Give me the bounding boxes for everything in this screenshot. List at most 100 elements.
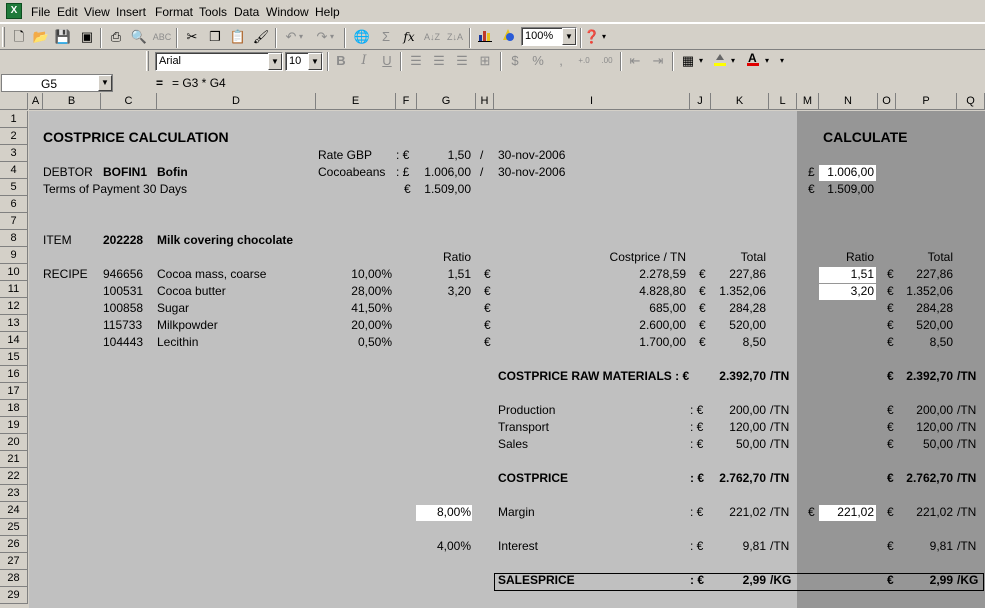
rate-date[interactable]: 30-nov-2006: [498, 147, 565, 164]
ingredient-ratio[interactable]: [417, 334, 471, 351]
cocoa-sep[interactable]: : £: [396, 164, 409, 181]
row-header-14[interactable]: 14: [0, 332, 28, 349]
ingredient-ratio[interactable]: [417, 317, 471, 334]
name-box[interactable]: G5 ▼: [1, 74, 113, 92]
costprice-header[interactable]: Costprice / TN: [540, 249, 686, 266]
chevron-down-icon[interactable]: ▼: [268, 53, 282, 70]
spreadsheet-grid[interactable]: COSTPRICE CALCULATION CALCULATE Rate GBP…: [0, 93, 985, 608]
margin-n-value[interactable]: 221,02: [819, 504, 874, 521]
ingredient-costprice[interactable]: 4.828,80: [540, 283, 686, 300]
costprice-label[interactable]: COSTPRICE: [498, 470, 568, 487]
ingredient-j-currency[interactable]: €: [699, 334, 706, 351]
production-label[interactable]: Production: [498, 402, 555, 419]
ingredient-j-currency[interactable]: €: [699, 317, 706, 334]
debtor-name[interactable]: Bofin: [157, 164, 188, 181]
paste-icon[interactable]: 📋: [228, 27, 248, 47]
redo-dropdown-icon[interactable]: ▾: [327, 27, 337, 47]
raw-p-currency[interactable]: €: [887, 368, 894, 385]
debtor-label[interactable]: DEBTOR: [43, 164, 93, 181]
salesprice-p-currency[interactable]: €: [887, 572, 894, 589]
debtor-code[interactable]: BOFIN1: [103, 164, 147, 181]
ingredient-o-currency[interactable]: €: [887, 283, 894, 300]
production-value[interactable]: 200,00: [712, 402, 766, 419]
column-header-b[interactable]: B: [43, 93, 101, 110]
increase-indent-icon[interactable]: ⇥: [648, 51, 668, 71]
toolbar-options-icon[interactable]: ▾: [776, 51, 788, 71]
borders-icon[interactable]: ▦: [678, 51, 698, 71]
ingredient-p-total[interactable]: 227,86: [896, 266, 953, 283]
row-header-7[interactable]: 7: [0, 213, 28, 230]
column-header-c[interactable]: C: [101, 93, 157, 110]
column-header-i[interactable]: I: [494, 93, 690, 110]
ingredient-p-total[interactable]: 520,00: [896, 317, 953, 334]
borders-dropdown-icon[interactable]: ▾: [696, 51, 706, 71]
sort-descending-icon[interactable]: Z↓A: [445, 27, 465, 47]
transport-value[interactable]: 120,00: [712, 419, 766, 436]
rate-value[interactable]: 1,50: [417, 147, 471, 164]
ingredient-name[interactable]: Cocoa mass, coarse: [157, 266, 266, 283]
drawing-icon[interactable]: [498, 27, 518, 47]
interest-p-currency[interactable]: €: [887, 538, 894, 555]
column-header-q[interactable]: Q: [957, 93, 985, 110]
menu-file[interactable]: File: [31, 5, 50, 19]
menu-format[interactable]: Format: [155, 5, 193, 19]
g5-value[interactable]: 1.509,00: [417, 181, 471, 198]
interest-p-unit[interactable]: /TN: [957, 538, 976, 555]
ingredient-pct[interactable]: 28,00%: [316, 283, 392, 300]
costprice-p-value[interactable]: 2.762,70: [896, 470, 953, 487]
ingredient-name[interactable]: Lecithin: [157, 334, 198, 351]
percent-icon[interactable]: %: [528, 51, 548, 71]
salesprice-p-value[interactable]: 2,99: [896, 572, 953, 589]
cocoa-slash[interactable]: /: [480, 164, 483, 181]
ingredient-j-currency[interactable]: €: [699, 283, 706, 300]
row-header-13[interactable]: 13: [0, 315, 28, 332]
row-header-20[interactable]: 20: [0, 434, 28, 451]
cocoa-value[interactable]: 1.006,00: [417, 164, 471, 181]
ingredient-p-total[interactable]: 8,50: [896, 334, 953, 351]
column-header-f[interactable]: F: [396, 93, 417, 110]
permission-icon[interactable]: ▣: [77, 27, 97, 47]
ingredient-total[interactable]: 1.352,06: [712, 283, 766, 300]
ratio-header[interactable]: Ratio: [417, 249, 471, 266]
transport-unit[interactable]: /TN: [770, 419, 789, 436]
ingredient-costprice[interactable]: 1.700,00: [540, 334, 686, 351]
font-combo[interactable]: Arial ▼: [155, 52, 283, 71]
ingredient-j-currency[interactable]: €: [699, 266, 706, 283]
app-excel-icon[interactable]: X: [6, 3, 22, 19]
production-sep[interactable]: : €: [690, 402, 703, 419]
cut-icon[interactable]: ✂: [182, 27, 202, 47]
sales-sep[interactable]: : €: [690, 436, 703, 453]
ingredient-p-total[interactable]: 1.352,06: [896, 283, 953, 300]
ingredient-pct[interactable]: 10,00%: [316, 266, 392, 283]
costprice-value[interactable]: 2.762,70: [712, 470, 766, 487]
select-all-corner[interactable]: [0, 93, 28, 110]
production-p-currency[interactable]: €: [887, 402, 894, 419]
title-cell[interactable]: COSTPRICE CALCULATION: [43, 129, 229, 146]
print-icon[interactable]: ⎙: [106, 27, 126, 47]
n5-currency[interactable]: €: [808, 181, 815, 198]
decrease-indent-icon[interactable]: ⇤: [625, 51, 645, 71]
column-header-d[interactable]: D: [157, 93, 316, 110]
costprice-unit[interactable]: /TN: [770, 470, 789, 487]
ingredient-pct[interactable]: 0,50%: [316, 334, 392, 351]
ingredient-code[interactable]: 115733: [103, 317, 142, 334]
formula-equals-icon[interactable]: =: [156, 76, 163, 90]
margin-p-unit[interactable]: /TN: [957, 504, 976, 521]
transport-label[interactable]: Transport: [498, 419, 549, 436]
row-header-10[interactable]: 10: [0, 264, 28, 281]
center-icon[interactable]: ☰: [429, 51, 449, 71]
spelling-icon[interactable]: ABC: [152, 27, 172, 47]
costprice-p-currency[interactable]: €: [887, 470, 894, 487]
row-header-9[interactable]: 9: [0, 247, 28, 264]
recipe-label[interactable]: RECIPE: [43, 266, 88, 283]
costprice-sep[interactable]: : €: [690, 470, 704, 487]
formula-input[interactable]: = G3 * G4: [172, 76, 226, 90]
column-header-j[interactable]: J: [690, 93, 711, 110]
row-header-4[interactable]: 4: [0, 162, 28, 179]
ingredient-costprice[interactable]: 685,00: [540, 300, 686, 317]
row-header-21[interactable]: 21: [0, 451, 28, 468]
margin-value[interactable]: 221,02: [712, 504, 766, 521]
function-icon[interactable]: fx: [399, 27, 419, 47]
ingredient-n-ratio[interactable]: 1,51: [819, 266, 874, 283]
ingredient-ratio[interactable]: 3,20: [417, 283, 471, 300]
